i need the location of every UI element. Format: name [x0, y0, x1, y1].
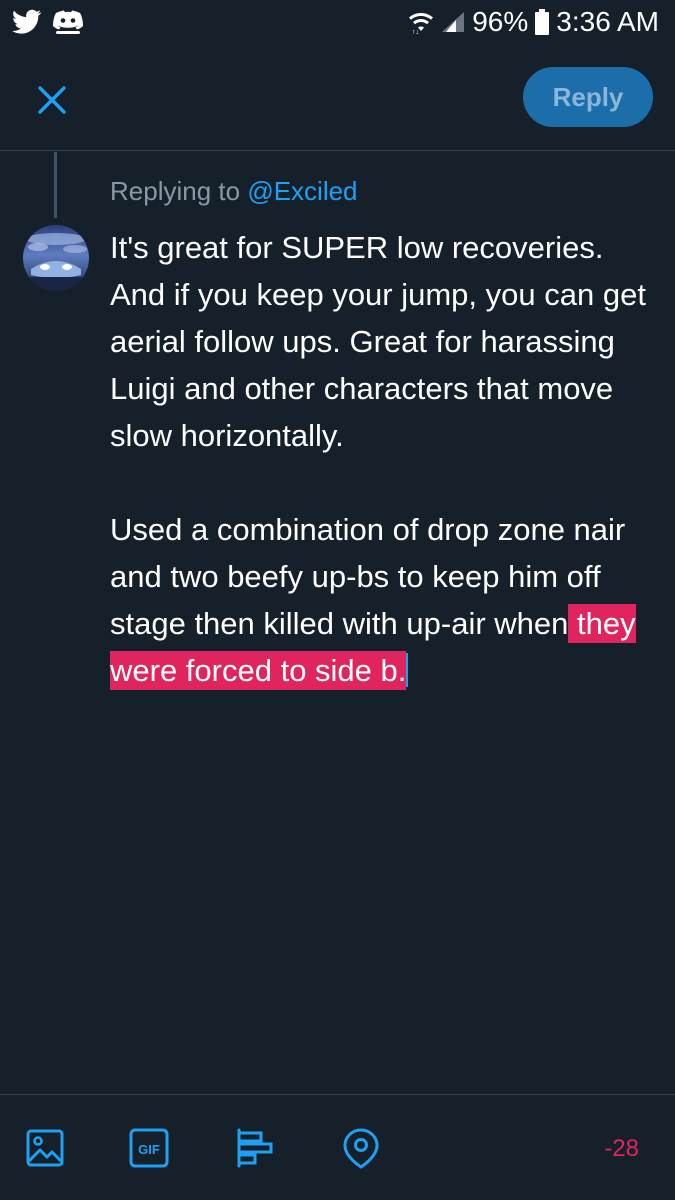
battery-percent: 96%: [472, 6, 529, 37]
location-icon: [343, 1128, 379, 1169]
image-button[interactable]: [24, 1127, 66, 1169]
close-button[interactable]: [26, 74, 78, 126]
poll-icon: [237, 1128, 273, 1168]
status-bar: ↑↓ 96% 3:36 AM: [0, 0, 675, 46]
battery-icon: [534, 9, 550, 35]
tweet-paragraph-2: Used a combination of drop zone nair and…: [110, 506, 655, 694]
gif-icon: GIF: [129, 1128, 169, 1168]
location-button[interactable]: [340, 1127, 382, 1169]
reply-button[interactable]: Reply: [523, 67, 653, 127]
compose-header: Reply: [0, 46, 675, 150]
tweet-paragraph-1: It's great for SUPER low recoveries. And…: [110, 230, 646, 453]
wifi-icon: ↑↓: [408, 10, 434, 34]
image-icon: [26, 1129, 64, 1167]
replying-to: Replying to @Exciled: [110, 176, 358, 207]
clock: 3:36 AM: [556, 6, 659, 37]
text-cursor: [406, 653, 409, 687]
thread-line: [54, 152, 57, 218]
svg-text:↑↓: ↑↓: [412, 29, 419, 34]
twitter-bird-icon: [12, 9, 42, 40]
character-count: -28: [604, 1135, 639, 1162]
close-icon: [38, 86, 66, 114]
replying-prefix: Replying to: [110, 176, 241, 206]
tweet-paragraph-2-text: Used a combination of drop zone nair and…: [110, 512, 626, 641]
discord-icon: [52, 9, 84, 40]
svg-text:GIF: GIF: [138, 1142, 160, 1157]
tweet-compose-textarea[interactable]: It's great for SUPER low recoveries. And…: [110, 224, 655, 694]
signal-icon: [440, 10, 466, 34]
poll-button[interactable]: [234, 1127, 276, 1169]
avatar[interactable]: [23, 225, 89, 291]
reply-handle-link[interactable]: @Exciled: [247, 176, 357, 206]
gif-button[interactable]: GIF: [128, 1127, 170, 1169]
compose-toolbar: GIF -28: [0, 1095, 675, 1200]
header-divider: [0, 150, 675, 151]
